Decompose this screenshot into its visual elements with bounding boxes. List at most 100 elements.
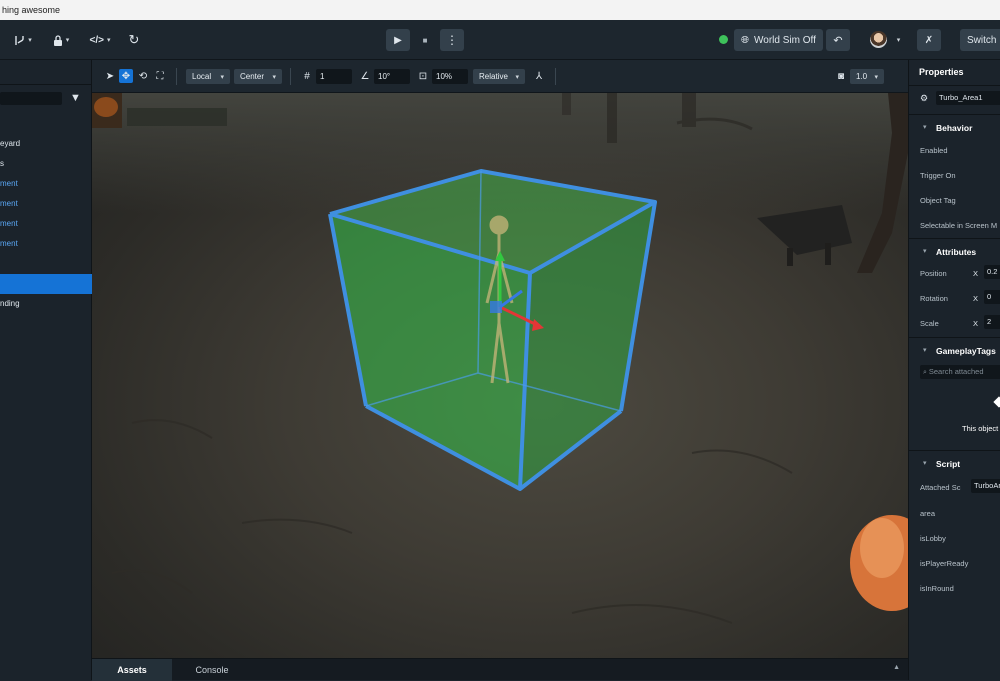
code-menu-button[interactable]: </> ▾ xyxy=(86,29,114,51)
rotate-tool-icon[interactable]: ⟲ xyxy=(136,69,150,83)
hierarchy-item[interactable]: s xyxy=(0,154,92,174)
stop-icon: ■ xyxy=(422,35,428,45)
tag-search-placeholder: Search attached xyxy=(928,367,984,376)
angle-snap-input[interactable]: 10° xyxy=(374,69,410,84)
stop-button[interactable]: ■ xyxy=(413,29,437,51)
chevron-down-icon: ▾ xyxy=(923,347,927,354)
var-is-player-ready-label: isPlayerReady xyxy=(920,559,969,568)
scale-snap-value: 10% xyxy=(436,72,453,81)
tab-assets[interactable]: Assets xyxy=(92,659,172,681)
mobile-preview-button[interactable]: ✗ xyxy=(917,29,941,51)
rotation-x-value: 0 xyxy=(987,292,992,301)
trigger-on-label: Trigger On xyxy=(920,171,956,180)
attached-script-value: TurboAr xyxy=(974,481,1000,490)
viewport-toolbar: ➤ ✥ ⟲ ⛶ Local ▾ Center ▾ # 1 ∠ 10° ⊡ 10% R… xyxy=(92,60,908,93)
rotation-x-input[interactable]: 0 xyxy=(984,290,1000,304)
tag-icon xyxy=(993,396,1000,408)
refresh-icon: ↻ xyxy=(128,32,140,47)
scale-tool-icon[interactable]: ⛶ xyxy=(153,69,167,83)
hierarchy-header xyxy=(0,60,91,85)
camera-speed-dropdown[interactable]: 1.0 ▾ xyxy=(850,69,884,84)
camera-speed-value: 1.0 xyxy=(856,72,868,81)
lock-menu-button[interactable]: ▾ xyxy=(48,29,74,51)
gameplay-tags-label: GameplayTags xyxy=(936,346,996,356)
script-section-header[interactable]: ▾ Script xyxy=(909,450,1000,474)
chevron-down-icon: ▾ xyxy=(923,248,927,255)
pumpkin-topleft xyxy=(92,93,227,128)
play-button[interactable]: ▶ xyxy=(386,29,410,51)
build-menu-button[interactable]: ▾ xyxy=(10,29,36,51)
scale-snap-icon[interactable]: ⊡ xyxy=(416,69,430,83)
hierarchy-item[interactable]: ment xyxy=(0,174,92,194)
grid-snap-icon[interactable]: # xyxy=(300,69,314,83)
attached-script-input[interactable]: TurboAr xyxy=(971,479,1000,493)
playback-controls: ▶ ■ ⋮ xyxy=(386,29,464,51)
play-icon: ▶ xyxy=(394,34,402,46)
hierarchy-item[interactable]: ment xyxy=(0,214,92,234)
angle-snap-icon[interactable]: ∠ xyxy=(358,69,372,83)
scene-viewport[interactable]: ➤ ✥ ⟲ ⛶ Local ▾ Center ▾ # 1 ∠ 10° ⊡ 10% R… xyxy=(92,60,908,658)
lock-icon xyxy=(53,34,62,46)
object-tag-label: Object Tag xyxy=(920,196,956,205)
divider xyxy=(909,85,1000,86)
grid-snap-input[interactable]: 1 xyxy=(316,69,352,84)
pivot-mode-dropdown[interactable]: Center ▾ xyxy=(234,69,282,84)
attributes-label: Attributes xyxy=(936,247,977,257)
gameplay-tags-section-header[interactable]: ▾ GameplayTags xyxy=(909,337,1000,361)
filter-icon[interactable]: ▼ xyxy=(70,92,81,104)
run-icon: ✗ xyxy=(924,34,934,46)
select-tool-icon[interactable]: ➤ xyxy=(103,69,117,83)
toolbar-divider xyxy=(555,68,556,85)
hierarchy-tree: eyard s ment ment ment ment nding xyxy=(0,134,92,314)
tag-search-input[interactable]: ⌕ Search attached xyxy=(920,365,1000,379)
switch-button[interactable]: Switch xyxy=(960,29,1000,51)
gear-icon: ⚙ xyxy=(920,93,929,103)
hierarchy-item[interactable] xyxy=(0,274,92,294)
toolbar-divider xyxy=(176,68,177,85)
script-label: Script xyxy=(936,459,961,469)
account-menu-button[interactable]: ▾ xyxy=(891,29,903,51)
status-online-icon xyxy=(719,35,728,44)
attributes-section-header[interactable]: ▾ Attributes xyxy=(909,238,1000,262)
position-x-input[interactable]: 0.2 xyxy=(984,265,1000,279)
scale-x-input[interactable]: 2 xyxy=(984,315,1000,329)
expand-panel-icon[interactable]: ▲ xyxy=(893,664,900,671)
hierarchy-item[interactable] xyxy=(0,254,92,274)
space-mode-label: Local xyxy=(192,72,212,81)
undo-button[interactable]: ↶ xyxy=(826,29,850,51)
rotation-axis-label: X xyxy=(973,294,979,303)
hand-prop xyxy=(850,515,908,611)
window-title-bar: hing awesome xyxy=(0,0,1000,20)
object-name-value: Turbo_Area1 xyxy=(939,93,983,102)
grid-snap-value: 1 xyxy=(320,72,325,81)
move-tool-icon[interactable]: ✥ xyxy=(119,69,133,83)
camera-icon[interactable]: ◙ xyxy=(834,69,848,83)
behavior-section-header[interactable]: ▾ Behavior xyxy=(909,114,1000,138)
hierarchy-item[interactable]: eyard xyxy=(0,134,92,154)
undo-icon: ↶ xyxy=(833,34,843,47)
position-axis-label: X xyxy=(973,269,979,278)
scale-snap-input[interactable]: 10% xyxy=(432,69,468,84)
scale-axis-label: X xyxy=(973,319,979,328)
tab-console[interactable]: Console xyxy=(172,659,252,681)
hierarchy-item[interactable]: nding xyxy=(0,294,92,314)
angle-snap-value: 10° xyxy=(378,72,391,81)
world-sim-button[interactable]: 🌐︎ World Sim Off xyxy=(734,29,823,51)
pivot-mode-label: Center xyxy=(240,72,265,81)
properties-panel: Properties ⚙ Turbo_Area1 ▾ Behavior Enab… xyxy=(908,60,1000,680)
chevron-down-icon: ▾ xyxy=(923,124,927,131)
hierarchy-item[interactable]: ment xyxy=(0,194,92,214)
toolbar-divider xyxy=(290,68,291,85)
object-name-input[interactable]: Turbo_Area1 xyxy=(936,91,1000,105)
space-mode-dropdown[interactable]: Local ▾ xyxy=(186,69,230,84)
hierarchy-search-input[interactable] xyxy=(0,92,62,105)
more-options-button[interactable]: ⋮ xyxy=(440,29,464,51)
snap-mode-dropdown[interactable]: Relative ▾ xyxy=(473,69,525,84)
behavior-label: Behavior xyxy=(936,123,973,133)
scene-render[interactable] xyxy=(92,93,908,658)
hierarchy-item[interactable]: ment xyxy=(0,234,92,254)
axis-gizmo-icon[interactable]: ⅄ xyxy=(532,69,546,83)
avatar[interactable] xyxy=(870,31,887,48)
refresh-button[interactable]: ↻ xyxy=(126,29,142,51)
branch-icon xyxy=(15,35,24,45)
